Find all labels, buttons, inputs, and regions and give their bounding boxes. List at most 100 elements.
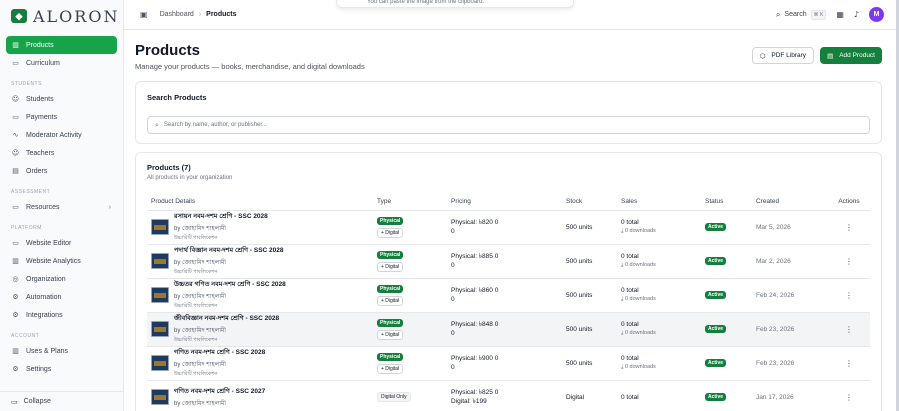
add-product-button[interactable]: ▤ Add Product [820, 47, 882, 64]
product-title[interactable]: উচ্চতর গণিত নবম-দশম শ্রেণি - SSC 2028 [174, 279, 286, 290]
app-window: ◆ ALORON ▥ Products ▭ Curriculum STUDENT… [0, 0, 899, 411]
sidebar-item-automation[interactable]: ⚙ Automation [6, 288, 117, 306]
product-details: জীববিজ্ঞান নবম-দশম শ্রেণি - SSC 2028 by … [151, 313, 373, 345]
col-product-details[interactable]: Product Details [147, 194, 373, 211]
automation-icon: ⚙ [12, 293, 19, 301]
col-type[interactable]: Type [373, 194, 447, 211]
logo[interactable]: ◆ ALORON [0, 0, 123, 32]
pdf-library-button[interactable]: ⬡ PDF Library [751, 47, 815, 64]
row-actions-icon[interactable]: ⋮ [828, 291, 870, 300]
sidebar-item-website-analytics[interactable]: ▥ Website Analytics [6, 252, 117, 270]
product-details: গণিত নবম-দশম শ্রেণি - SSC 2028 by জোহামি… [151, 347, 373, 379]
cell-pricing: Physical: ৳848 0 0 [447, 312, 562, 347]
calendar-icon[interactable]: ▦ [836, 10, 844, 19]
panel-toggle-icon[interactable]: ▣ [140, 10, 148, 19]
table-row[interactable]: গণিত নবম-দশম শ্রেণি - SSC 2027 by জোহামি… [147, 380, 870, 411]
price-line-2: 0 [451, 364, 455, 371]
sidebar-item-products[interactable]: ▥ Products [6, 36, 117, 54]
status-badge: Active [705, 359, 727, 367]
type-badges: Physical + Digital [377, 284, 447, 306]
product-details: গণিত নবম-দশম শ্রেণি - SSC 2027 by জোহামি… [151, 386, 373, 409]
sales-downloads: ⤓ 0 downloads [621, 262, 656, 268]
product-title[interactable]: রসায়ন নবম-দশম শ্রেণি - SSC 2028 [174, 211, 268, 222]
row-actions-icon[interactable]: ⋮ [828, 393, 870, 402]
cell-actions: ⋮ [824, 312, 870, 347]
avatar[interactable]: M [869, 7, 884, 22]
sidebar-item-payments[interactable]: ▭ Payments [6, 108, 117, 126]
sidebar-item-integrations[interactable]: ⚙ Integrations [6, 306, 117, 324]
product-details: রসায়ন নবম-দশম শ্রেণি - SSC 2028 by জোহা… [151, 211, 373, 243]
chart-icon: ▥ [12, 257, 19, 265]
sidebar-item-label: Organization [26, 275, 66, 283]
col-created[interactable]: Created [752, 194, 824, 211]
product-search-input[interactable]: ⌕ Search by name, author, or publisher..… [147, 116, 870, 134]
products-card: Products (7) All products in your organi… [135, 152, 882, 411]
product-thumbnail [151, 287, 169, 303]
row-actions-icon[interactable]: ⋮ [828, 257, 870, 266]
product-title[interactable]: গণিত নবম-দশম শ্রেণি - SSC 2027 [174, 386, 265, 397]
row-actions-icon[interactable]: ⋮ [828, 359, 870, 368]
product-title[interactable]: জীববিজ্ঞান নবম-দশম শ্রেণি - SSC 2028 [174, 313, 279, 324]
sidebar-item-moderator-activity[interactable]: ∿ Moderator Activity [6, 126, 117, 144]
status-badge: Active [705, 291, 727, 299]
global-search-button[interactable]: ⌕ Search ⌘ K [776, 9, 827, 20]
product-publisher: উচ্চারিটি পাবলিকেশন [174, 371, 218, 377]
type-physical-badge: Physical [377, 216, 404, 225]
plans-icon: ▥ [12, 347, 19, 355]
product-title[interactable]: গণিত নবম-দশম শ্রেণি - SSC 2028 [174, 347, 265, 358]
table-row[interactable]: রসায়ন নবম-দশম শ্রেণি - SSC 2028 by জোহা… [147, 210, 870, 245]
cell-stock: 500 units [562, 312, 617, 347]
cell-product-details: উচ্চতর গণিত নবম-দশম শ্রেণি - SSC 2028 by… [147, 278, 373, 313]
sidebar-item-settings[interactable]: ⚙ Settings [6, 360, 117, 378]
sidebar-item-orders[interactable]: ▤ Orders [6, 162, 117, 180]
sales-downloads: ⤓ 0 downloads [621, 364, 656, 370]
row-actions-icon[interactable]: ⋮ [828, 223, 870, 232]
cell-stock: 500 units [562, 210, 617, 245]
created-date: Feb 24, 2026 [756, 291, 795, 299]
pdf-library-label: PDF Library [771, 52, 807, 59]
cell-status: Active [701, 312, 752, 347]
sidebar-item-uses-plans[interactable]: ▥ Uses & Plans [6, 342, 117, 360]
table-row[interactable]: গণিত নবম-দশম শ্রেণি - SSC 2028 by জোহামি… [147, 346, 870, 381]
product-title[interactable]: পদার্থ বিজ্ঞান নবম-দশম শ্রেণি - SSC 2028 [174, 245, 284, 256]
product-details: পদার্থ বিজ্ঞান নবম-দশম শ্রেণি - SSC 2028… [151, 245, 373, 277]
sidebar-item-label: Teachers [26, 149, 55, 157]
sidebar-item-organization[interactable]: ◎ Organization [6, 270, 117, 288]
sidebar-item-resources[interactable]: ▭ Resources › [6, 198, 117, 216]
sidebar-item-website-editor[interactable]: ▭ Website Editor [6, 234, 117, 252]
cell-sales: 0 total [617, 380, 701, 411]
table-row[interactable]: উচ্চতর গণিত নবম-দশম শ্রেণি - SSC 2028 by… [147, 278, 870, 313]
sidebar: ◆ ALORON ▥ Products ▭ Curriculum STUDENT… [0, 0, 124, 411]
breadcrumb-dashboard[interactable]: Dashboard [160, 11, 194, 18]
cell-actions: ⋮ [824, 244, 870, 279]
bell-icon[interactable]: ♪ [854, 10, 859, 19]
price-line-1: Physical: ৳860 0 [451, 287, 499, 294]
product-author: by জোহামিদ শাহলামী [174, 362, 227, 368]
price-line-2: 0 [451, 330, 455, 337]
table-row[interactable]: জীববিজ্ঞান নবম-দশম শ্রেণি - SSC 2028 by … [147, 312, 870, 347]
table-row[interactable]: পদার্থ বিজ্ঞান নবম-দশম শ্রেণি - SSC 2028… [147, 244, 870, 279]
cell-sales: 0 total ⤓ 0 downloads [617, 244, 701, 279]
sidebar-item-teachers[interactable]: ☺ Teachers [6, 144, 117, 162]
col-pricing[interactable]: Pricing [447, 194, 562, 211]
col-stock[interactable]: Stock [562, 194, 617, 211]
type-physical-badge: Physical [377, 318, 404, 327]
search-label: Search [784, 11, 807, 18]
logo-mark-icon: ◆ [11, 9, 27, 23]
row-actions-icon[interactable]: ⋮ [828, 325, 870, 334]
col-status[interactable]: Status [701, 194, 752, 211]
col-sales[interactable]: Sales [617, 194, 701, 211]
price-line-2: Digital: ৳199 [451, 398, 487, 405]
header-actions: ⬡ PDF Library ▤ Add Product [751, 47, 882, 64]
type-badges: Physical + Digital [377, 352, 447, 374]
cell-sales: 0 total ⤓ 0 downloads [617, 312, 701, 347]
sidebar-item-label: Website Editor [26, 239, 72, 247]
sidebar-item-curriculum[interactable]: ▭ Curriculum [6, 54, 117, 72]
product-thumbnail [151, 355, 169, 371]
cell-type: Physical + Digital [373, 346, 447, 381]
collapse-button[interactable]: ▭ Collapse [0, 391, 123, 411]
created-date: Mar 2, 2026 [756, 257, 791, 265]
cell-pricing: Physical: ৳820 0 0 [447, 210, 562, 245]
cell-status: Active [701, 210, 752, 245]
sidebar-item-students[interactable]: ☺ Students [6, 90, 117, 108]
